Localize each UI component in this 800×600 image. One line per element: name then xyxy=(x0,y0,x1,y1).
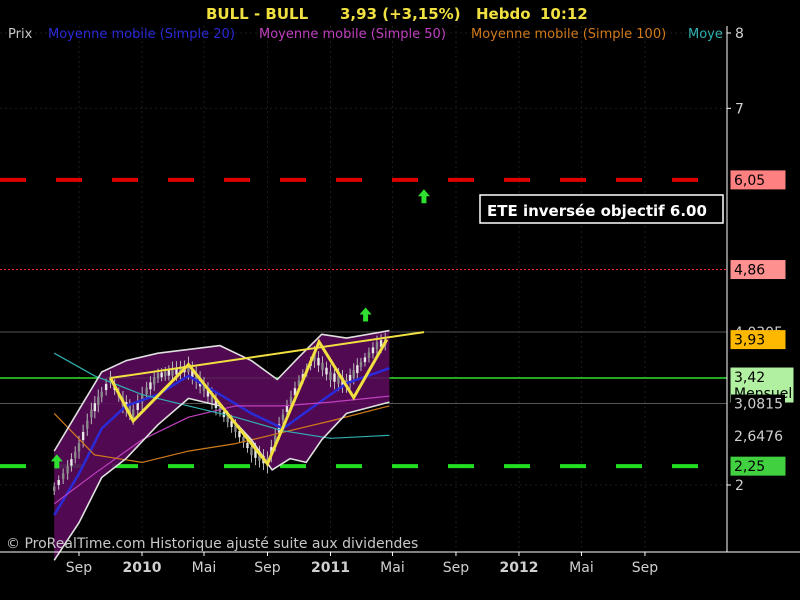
annotation-box: ETE inversée objectif 6.00 xyxy=(479,194,724,224)
price-label-text: 4,86 xyxy=(734,263,765,279)
price-bar-body xyxy=(160,372,163,378)
price-bar-body xyxy=(57,479,60,486)
legend-ma20: Moyenne mobile (Simple 20) xyxy=(48,27,235,42)
price-label-text: 2,25 xyxy=(734,459,765,475)
header-price: 3,93 (+3,15%) xyxy=(340,5,461,23)
price-bar-body xyxy=(81,431,85,441)
price-bar-body xyxy=(317,357,320,366)
price-bar-body xyxy=(149,382,152,390)
legend-ma200: Moye xyxy=(688,27,723,42)
y-tick-label: 2 xyxy=(735,478,744,494)
price-bar-body xyxy=(367,352,371,358)
chart-background xyxy=(0,0,800,600)
price-chart: 8 7 2 Sep 2010 Mai Sep 2011 Mai Sep 2012 Mai Sep 6,0… xyxy=(0,0,800,600)
x-tick-label: Sep xyxy=(632,560,659,576)
price-bar-body xyxy=(74,451,77,458)
x-tick-label: Mai xyxy=(192,560,217,576)
header-period: Hebdo xyxy=(476,5,531,23)
x-tick-label: 2011 xyxy=(311,560,350,576)
price-bar-body xyxy=(281,414,285,421)
price-bar-body xyxy=(352,370,355,378)
price-bar-body xyxy=(53,486,56,492)
x-tick-label: Sep xyxy=(254,560,281,576)
header-title: BULL - BULL xyxy=(206,5,309,23)
price-bar-body xyxy=(321,362,324,370)
price-bar-body xyxy=(363,357,367,363)
price-bar-body xyxy=(77,443,81,452)
price-bar-body xyxy=(86,420,89,429)
x-tick-label: Mai xyxy=(569,560,594,576)
price-bar-body xyxy=(375,342,379,350)
price-label-text: 2,6476 xyxy=(734,429,783,445)
y-tick-label: 7 xyxy=(735,101,744,117)
price-bar-body xyxy=(100,391,103,398)
y-tick-label: 8 xyxy=(735,26,744,42)
x-tick-label: Sep xyxy=(443,560,470,576)
legend-ma50: Moyenne mobile (Simple 50) xyxy=(259,27,446,42)
price-bar-body xyxy=(285,405,289,412)
price-label-text: 3,0815 xyxy=(734,397,783,413)
price-bar-body xyxy=(356,365,359,374)
price-label-text: 3,93 xyxy=(734,333,765,349)
annotation-text: ETE inversée objectif 6.00 xyxy=(487,202,707,220)
price-label-text: 3,42 xyxy=(734,370,765,386)
price-bar-body xyxy=(325,367,328,375)
header-time: 10:12 xyxy=(540,5,588,23)
legend: Prix Moyenne mobile (Simple 20) Moyenne … xyxy=(8,27,723,42)
price-bar-body xyxy=(97,396,100,405)
legend-ma100: Moyenne mobile (Simple 100) xyxy=(471,27,666,42)
price-bar-body xyxy=(104,384,108,391)
price-bar-body xyxy=(359,362,363,367)
header: BULL - BULL 3,93 (+3,15%) Hebdo 10:12 xyxy=(206,5,588,23)
price-bar-body xyxy=(371,347,375,354)
price-bar-body xyxy=(61,473,65,479)
legend-price: Prix xyxy=(8,27,33,42)
x-tick-label: Sep xyxy=(66,560,93,576)
price-bar-body xyxy=(250,447,253,456)
price-bar-body xyxy=(93,403,97,412)
price-bar-body xyxy=(246,442,249,449)
price-bar-body xyxy=(66,466,69,474)
price-label-text: 6,05 xyxy=(734,173,765,189)
price-bar-body xyxy=(70,459,73,466)
price-bar-body xyxy=(145,387,148,395)
x-tick-label: 2010 xyxy=(123,560,162,576)
x-tick-label: 2012 xyxy=(499,560,538,576)
price-bar-body xyxy=(156,373,160,379)
price-bar-body xyxy=(164,371,167,377)
price-bar-body xyxy=(167,370,171,376)
price-bar-body xyxy=(90,409,93,418)
price-bar-body xyxy=(333,373,336,382)
price-bar-body xyxy=(329,371,332,380)
x-tick-label: Mai xyxy=(380,560,405,576)
footer-copyright: © ProRealTime.com Historique ajusté suit… xyxy=(6,536,418,552)
price-bar-body xyxy=(153,377,156,385)
